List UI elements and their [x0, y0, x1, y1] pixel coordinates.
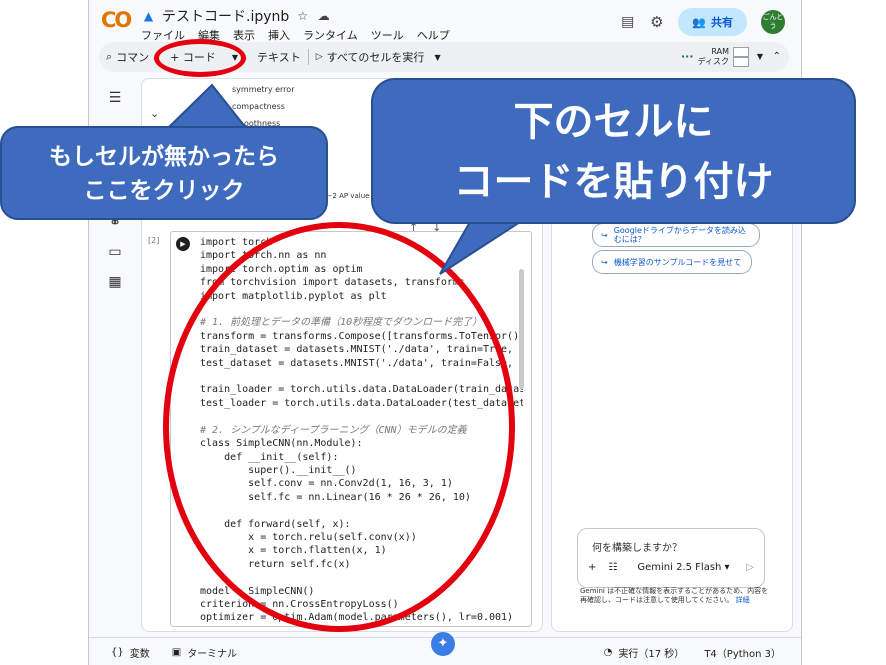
gemini-disclaimer: Gemini は不正確な情報を表示することがあるため、内容を再確認し、コードは注… [580, 587, 770, 605]
resource-indicator[interactable]: ··· RAM ディスク [681, 47, 749, 67]
variables-button[interactable]: {} 変数 [111, 645, 150, 660]
suggestion-label: Googleドライブからデータを読み込むには？ [613, 226, 746, 244]
send-icon[interactable]: ▷ [746, 562, 754, 573]
collapse-chevron-icon[interactable]: ⌄ [150, 107, 159, 120]
gemini-spark-icon[interactable]: ✦ [431, 632, 455, 656]
cloud-icon[interactable]: ☁ [316, 9, 331, 24]
suggestion-arrow-icon: ↪ [601, 230, 608, 240]
chevron-up-icon[interactable]: ⌃ [773, 51, 781, 62]
prompt-controls: + ☷ Gemini 2.5 Flash ▾ ▷ [588, 562, 754, 573]
gemini-suggestion[interactable]: ↪ Googleドライブからデータを読み込むには？ [592, 223, 760, 247]
command-label: コマン [116, 51, 150, 64]
left-callout-line: もしセルが無かったら [49, 144, 279, 170]
left-callout: もしセルが無かったら ここをクリック [0, 126, 328, 220]
chevron-down-icon[interactable]: ▼ [757, 52, 763, 61]
braces-icon: {} [111, 646, 124, 658]
highlight-cell-oval [163, 222, 515, 632]
spinner-icon: ◔ [603, 646, 613, 658]
header-actions: ▤ ⚙ 👥 共有 ごんどう [620, 8, 785, 36]
people-icon: 👥 [692, 15, 706, 29]
menu-help[interactable]: ヘルプ [417, 27, 450, 43]
share-label: 共有 [711, 16, 733, 29]
disk-label: ディスク [697, 57, 729, 66]
command-palette-button[interactable]: ⌕ コマン [99, 49, 156, 65]
run-all-label: すべてのセルを実行 [326, 51, 425, 64]
terminal-label: ターミナル [187, 648, 238, 660]
terminal-button[interactable]: ▣ ターミナル [172, 645, 237, 660]
search-icon: ⌕ [106, 50, 113, 63]
colab-logo[interactable]: CO [101, 8, 132, 32]
left-callout-line: ここをクリック [83, 178, 245, 204]
output-line: compactness [232, 102, 285, 111]
suggestion-label: 機械学習のサンプルコードを見せて [613, 257, 742, 267]
add-text-button[interactable]: テキスト [245, 49, 308, 65]
menu-view[interactable]: 表示 [233, 27, 255, 43]
previous-output: symmetry error compactness smoothness [232, 81, 294, 132]
terminal-icon: ▣ [171, 646, 182, 658]
gear-icon[interactable]: ⚙ [649, 14, 664, 30]
add-text-label: テキスト [257, 51, 301, 64]
model-label: Gemini 2.5 Flash [637, 562, 722, 573]
cell-scrollbar[interactable] [519, 269, 524, 389]
play-icon: ▷ [315, 52, 323, 62]
tune-icon[interactable]: ☷ [608, 562, 617, 573]
plus-icon[interactable]: + [588, 562, 596, 573]
prompt-placeholder: 何を構築しますか？ [592, 543, 682, 554]
menu-tools[interactable]: ツール [371, 27, 404, 43]
comment-icon[interactable]: ▤ [620, 14, 635, 30]
title-row: ▲ テストコード.ipynb ☆ ☁ [141, 6, 331, 26]
right-callout-line: 下のセルに [513, 99, 714, 145]
menu-runtime[interactable]: ランタイム [303, 27, 358, 43]
gemini-prompt-box[interactable]: 何を構築しますか？ + ☷ Gemini 2.5 Flash ▾ ▷ [577, 528, 765, 588]
output-line: symmetry error [232, 85, 295, 94]
runtime-label: T4（Python 3） [704, 648, 781, 660]
star-icon[interactable]: ☆ [295, 9, 310, 24]
folder-icon[interactable]: ▭ [105, 242, 125, 262]
menu-insert[interactable]: 挿入 [268, 27, 290, 43]
runtime-info[interactable]: T4（Python 3） [704, 645, 781, 660]
model-selector[interactable]: Gemini 2.5 Flash ▾ [637, 562, 729, 573]
right-callout-line: コードを貼り付け [453, 159, 774, 205]
cell-execution-count: [2] [148, 236, 160, 245]
toc-icon[interactable]: ☰ [105, 88, 125, 108]
gemini-suggestion[interactable]: ↪ 機械学習のサンプルコードを見せて [592, 250, 753, 274]
ram-disk-labels: RAM ディスク [698, 47, 729, 67]
avatar[interactable]: ごんどう [761, 10, 785, 34]
status-dots-icon: ··· [681, 50, 694, 63]
disclaimer-link[interactable]: 詳細 [736, 596, 750, 604]
run-status: 実行（17 秒） [618, 648, 685, 660]
run-all-button[interactable]: ▷ すべてのセルを実行 ▼ [309, 49, 448, 65]
highlight-code-button-oval [154, 39, 246, 77]
share-button[interactable]: 👥 共有 [678, 8, 747, 36]
variables-label: 変数 [129, 648, 150, 660]
drive-icon: ▲ [143, 8, 154, 23]
execution-status[interactable]: ◔ 実行（17 秒） [604, 645, 685, 660]
file-name[interactable]: テストコード.ipynb [162, 6, 289, 26]
ram-label: RAM [711, 47, 729, 56]
run-cell-button[interactable]: ▶ [176, 237, 190, 251]
suggestion-arrow-icon: ↪ [601, 257, 608, 267]
table-icon[interactable]: ▦ [105, 272, 125, 292]
right-callout: 下のセルに コードを貼り付け [371, 78, 856, 224]
ram-disk-bars [733, 47, 749, 67]
chevron-down-icon: ▼ [434, 52, 441, 62]
